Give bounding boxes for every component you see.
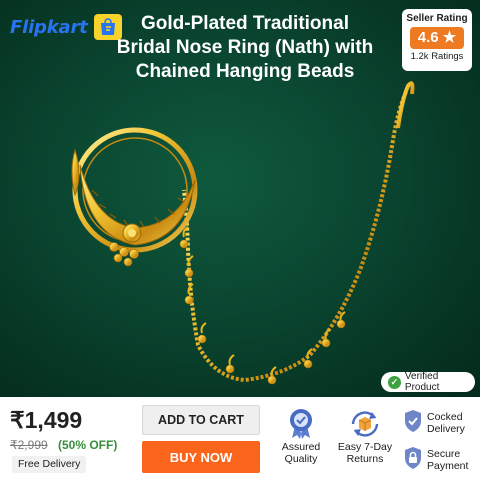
feature-line: Delivery [427,422,465,435]
ring [71,127,198,267]
title-line: Bridal Nose Ring (Nath) with [116,37,374,58]
seller-rating-badge[interactable]: Seller Rating 4.6 ★ 1.2k Ratings [402,9,472,71]
original-price: ₹2,999 [10,438,48,452]
feature-line: Quality [284,453,318,465]
feature-line: Payment [427,459,469,472]
easy-returns-feature: Easy 7-Day Returns [335,407,395,465]
add-to-cart-button[interactable]: ADD TO CART [142,405,260,435]
discount-label: (50% OFF) [58,438,118,452]
hook [396,81,415,129]
purchase-bar: ₹1,499 ₹2,999 (50% OFF) Free Delivery AD… [0,397,480,480]
feature-line: Assured [281,441,321,453]
quality-badge-icon [271,407,331,441]
shield-check-icon [403,409,423,436]
rating-label: Seller Rating [406,13,468,24]
feature-line: Cocked [427,410,463,423]
star-icon: ★ [442,29,457,46]
rating-value: 4.6 [417,29,439,46]
feature-line: Secure [427,447,461,460]
buy-now-button[interactable]: BUY NOW [142,441,260,473]
lock-icon [403,446,423,473]
product-image[interactable]: Flipkart Gold-Plated Traditional Bridal … [0,0,480,397]
assured-quality-feature: Assured Quality [271,407,331,465]
chain [182,91,408,383]
feature-line: Easy 7-Day [337,441,393,453]
price: ₹1,499 [10,407,83,433]
title-line: Chained Hanging Beads [135,61,355,82]
product-title: Gold-Plated Traditional Bridal Nose Ring… [100,12,390,84]
verified-product-badge: ✓ Verified Product [381,371,475,393]
check-circle-icon: ✓ [388,375,401,389]
feature-line: Returns [346,453,384,465]
rating-value-pill: 4.6 ★ [410,27,464,49]
title-line: Gold-Plated Traditional [141,13,349,34]
free-delivery-tag: Free Delivery [12,456,87,473]
bead-drops [179,226,346,385]
verified-label: Verified Product [404,371,440,393]
secure-payment-feature: Secure Payment [403,446,468,473]
cod-feature: Cocked Delivery [403,409,465,436]
return-box-icon [335,407,395,441]
rating-count: 1.2k Ratings [410,51,464,62]
brand-name: Flipkart [10,16,88,38]
